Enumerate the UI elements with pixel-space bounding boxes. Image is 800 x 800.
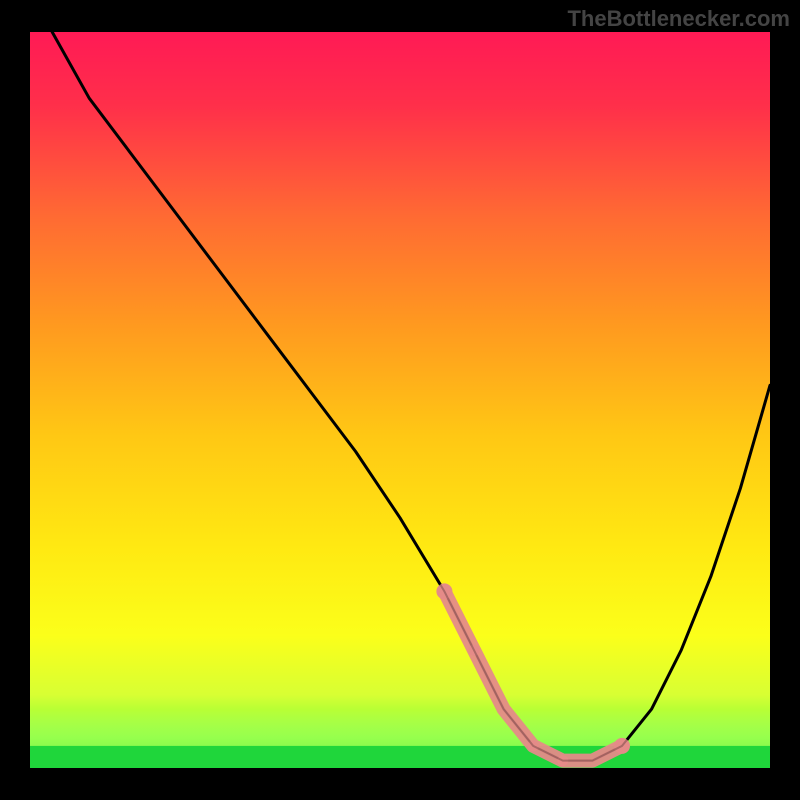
chart-container: TheBottlenecker.com: [0, 0, 800, 800]
green-fade-band: [30, 709, 770, 746]
plot-area: [0, 0, 800, 800]
watermark-text: TheBottlenecker.com: [567, 6, 790, 32]
gradient-background: [30, 32, 770, 768]
bottleneck-chart: [0, 0, 800, 800]
optimum-band: [30, 746, 770, 768]
